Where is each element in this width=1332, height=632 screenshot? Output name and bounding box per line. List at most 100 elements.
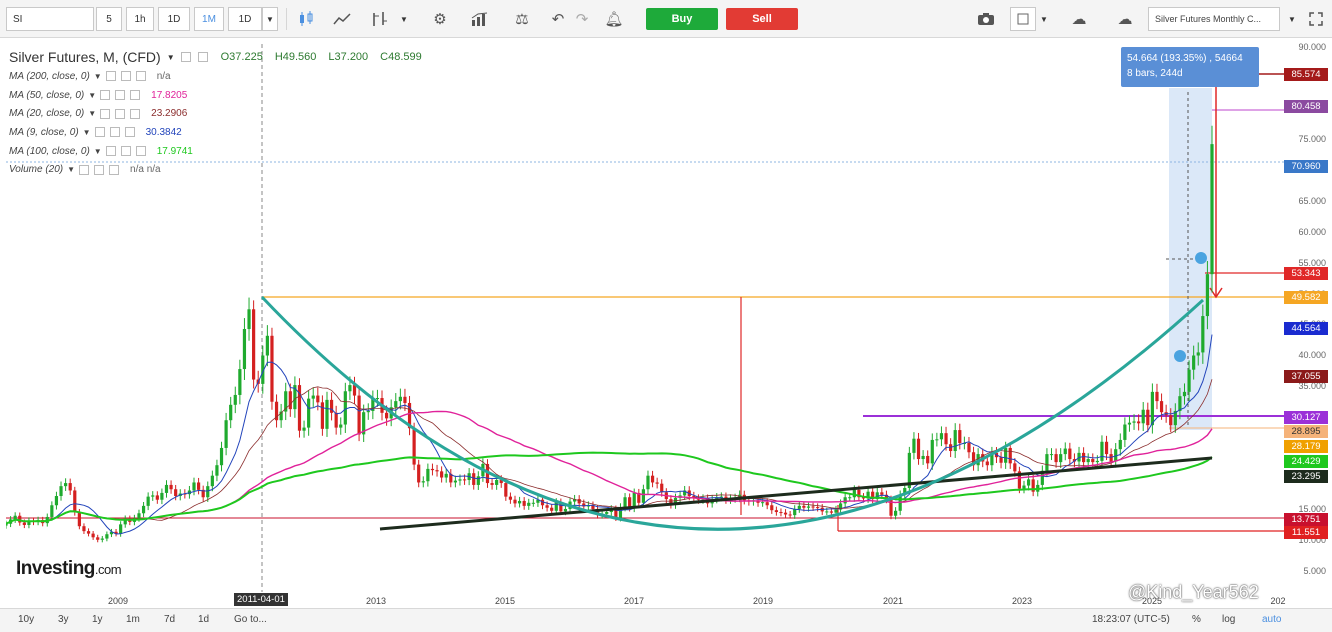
candle-body[interactable] — [1201, 316, 1205, 353]
candle-body[interactable] — [641, 489, 645, 503]
drawing-tools-dropdown[interactable]: ▼ — [396, 7, 412, 31]
candle-body[interactable] — [1127, 422, 1132, 425]
candle-body[interactable] — [476, 476, 480, 485]
candle-body[interactable] — [935, 439, 939, 441]
layout-square-dropdown[interactable]: ▼ — [1036, 7, 1052, 31]
candle-body[interactable] — [843, 497, 847, 504]
candle-body[interactable] — [527, 502, 531, 506]
candle-body[interactable] — [440, 471, 444, 478]
candle-body[interactable] — [788, 514, 792, 516]
candle-body[interactable] — [761, 502, 765, 504]
candle-body[interactable] — [151, 495, 155, 497]
compare-icon[interactable]: ⚖ — [508, 7, 536, 31]
candle-body[interactable] — [435, 470, 439, 472]
candle-body[interactable] — [91, 533, 95, 538]
candle-body[interactable] — [1141, 409, 1145, 424]
candle-body[interactable] — [816, 507, 820, 509]
legend-ma100[interactable]: MA (100, close, 0) ▼ 17.9741 — [9, 142, 422, 161]
candle-body[interactable] — [1146, 409, 1150, 426]
candle-body[interactable] — [504, 483, 508, 497]
candle-body[interactable] — [967, 443, 971, 453]
candle-body[interactable] — [82, 526, 86, 532]
alert-icon[interactable]: 🔔︎ — [600, 7, 628, 31]
candle-body[interactable] — [54, 496, 59, 506]
candle-body[interactable] — [953, 430, 957, 452]
range-7d[interactable]: 7d — [164, 614, 175, 625]
candle-body[interactable] — [1182, 391, 1187, 397]
range-1m[interactable]: 1m — [126, 614, 140, 625]
interval-1d[interactable]: 1D — [158, 7, 190, 31]
candle-body[interactable] — [944, 433, 948, 445]
candle-body[interactable] — [912, 438, 916, 453]
candle-body[interactable] — [623, 497, 627, 508]
candle-body[interactable] — [605, 512, 609, 514]
candle-body[interactable] — [531, 502, 535, 504]
candle-body[interactable] — [522, 500, 526, 506]
sell-button[interactable]: Sell — [726, 8, 798, 30]
candle-body[interactable] — [1068, 448, 1072, 460]
range-1y[interactable]: 1y — [92, 614, 103, 625]
line-chart-icon[interactable] — [328, 7, 356, 31]
legend-title-dropdown[interactable]: ▼ — [167, 53, 175, 62]
candle-body[interactable] — [343, 391, 347, 425]
candle-body[interactable] — [421, 481, 425, 483]
undo-icon[interactable]: ↶ — [546, 7, 570, 31]
candle-body[interactable] — [325, 399, 329, 429]
candle-body[interactable] — [1013, 463, 1017, 472]
layout-square-icon[interactable] — [1010, 7, 1036, 31]
cloud-upload-icon[interactable]: ☁ — [1110, 7, 1140, 31]
candle-body[interactable] — [517, 500, 522, 504]
candle-body[interactable] — [650, 475, 655, 483]
candle-body[interactable] — [1059, 454, 1063, 463]
layout-name-dropdown[interactable]: ▼ — [1284, 7, 1300, 31]
candle-body[interactable] — [348, 385, 352, 392]
interval-1h[interactable]: 1h — [126, 7, 154, 31]
candle-body[interactable] — [105, 534, 109, 539]
indicators-icon[interactable] — [466, 7, 494, 31]
candle-body[interactable] — [1008, 447, 1012, 464]
candle-body[interactable] — [288, 391, 292, 410]
candle-body[interactable] — [86, 531, 91, 534]
candle-body[interactable] — [357, 395, 361, 435]
goto-link[interactable]: Go to... — [234, 614, 267, 625]
candle-body[interactable] — [320, 402, 325, 429]
cloud-save-icon[interactable]: ☁ — [1064, 7, 1094, 31]
candle-body[interactable] — [196, 482, 201, 490]
candle-body[interactable] — [252, 309, 256, 380]
range-3y[interactable]: 3y — [58, 614, 69, 625]
range-1d[interactable]: 1d — [198, 614, 209, 625]
candle-body[interactable] — [848, 497, 852, 499]
candle-body[interactable] — [1026, 479, 1031, 486]
interval-dropdown-arrow[interactable]: ▼ — [262, 7, 278, 31]
candle-body[interactable] — [660, 483, 664, 493]
candle-body[interactable] — [490, 483, 494, 485]
candle-body[interactable] — [508, 496, 513, 500]
candle-body[interactable] — [96, 537, 100, 540]
candle-body[interactable] — [1095, 460, 1099, 463]
candle-body[interactable] — [779, 512, 783, 514]
candle-body[interactable] — [462, 479, 467, 481]
candle-body[interactable] — [311, 395, 315, 399]
candle-body[interactable] — [1187, 369, 1191, 392]
candlestick-icon[interactable] — [292, 7, 320, 31]
fullscreen-icon[interactable] — [1304, 7, 1328, 31]
candle-body[interactable] — [554, 502, 558, 511]
candle-body[interactable] — [893, 510, 898, 516]
candle-body[interactable] — [513, 499, 517, 504]
interval-1m[interactable]: 1M — [194, 7, 224, 31]
candle-body[interactable] — [68, 483, 72, 491]
candle-body[interactable] — [64, 483, 68, 487]
candle-body[interactable] — [366, 410, 370, 413]
legend-ma200[interactable]: MA (200, close, 0) ▼ n/a — [9, 67, 422, 86]
auto-toggle[interactable]: auto — [1262, 614, 1281, 625]
candle-body[interactable] — [939, 433, 944, 440]
candle-body[interactable] — [22, 522, 26, 525]
candle-body[interactable] — [265, 335, 269, 356]
candle-body[interactable] — [174, 489, 178, 497]
candle-body[interactable] — [242, 329, 247, 370]
candle-body[interactable] — [224, 420, 228, 448]
candle-body[interactable] — [412, 428, 416, 465]
candle-body[interactable] — [834, 509, 838, 513]
candle-body[interactable] — [385, 412, 389, 419]
candle-body[interactable] — [1150, 391, 1154, 426]
